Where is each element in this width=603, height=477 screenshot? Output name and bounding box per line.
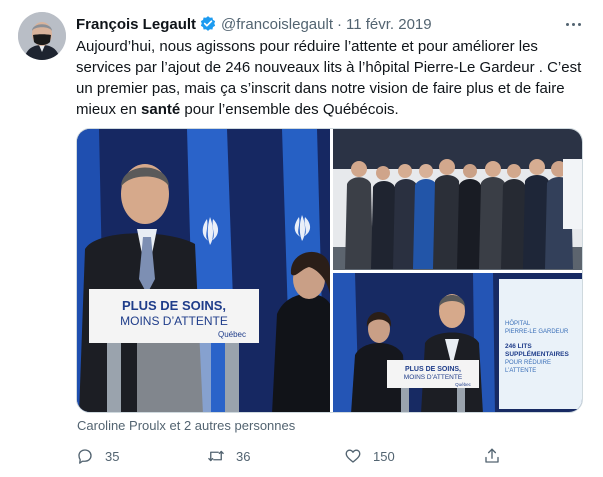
reply-button[interactable]: 35 [76,446,119,466]
screen-text-line3: 246 LITS [505,343,532,350]
photo-podium-screen[interactable]: HÔPITAL PIERRE-LE GARDEUR 246 LITS SUPPL… [333,273,582,412]
tweet-text-bold: santé [141,101,181,118]
verified-badge-icon [199,15,217,33]
avatar[interactable] [18,12,66,60]
screen-text-line6: L’ATTENTE [505,368,536,374]
retweet-count: 36 [236,448,251,464]
podium-text-line1: PLUS DE SOINS, [122,298,226,313]
screen-text-line1: HÔPITAL [505,320,531,327]
like-button[interactable]: 150 [344,446,395,466]
screen-text-line4: SUPPLÉMENTAIRES [505,349,569,358]
screen-text-line5: POUR RÉDUIRE [505,359,551,366]
user-handle[interactable]: @francoislegault [221,16,333,33]
tagged-people[interactable]: Caroline Proulx et 2 autres personnes [77,418,295,433]
reply-count: 35 [105,448,120,464]
more-dot [577,22,581,26]
header-separator: · [336,15,342,33]
media-grid: PLUS DE SOINS, MOINS D’ATTENTE Québec HÔ… [76,128,583,413]
more-dot [571,22,575,26]
photo-group[interactable] [333,129,582,270]
like-heart-icon [344,447,362,465]
share-button[interactable] [483,446,501,466]
podium-small-logo: Québec [455,382,472,387]
tweet-date[interactable]: 11 févr. 2019 [346,16,432,33]
tweet-card[interactable]: François Legault @francoislegault · 11 f… [0,0,603,477]
retweet-icon [207,447,225,465]
more-dot [565,22,569,26]
display-name[interactable]: François Legault [76,16,196,33]
podium-small-text-line2: MOINS D’ATTENTE [404,374,463,381]
podium-text-line2: MOINS D’ATTENTE [120,314,228,328]
action-bar: 35 36 150 [76,446,506,466]
more-options-icon[interactable] [562,14,584,34]
tweet-header: François Legault @francoislegault · 11 f… [76,14,432,34]
screen-text-line2: PIERRE-LE GARDEUR [505,329,569,335]
like-count: 150 [373,448,395,464]
photo-legault-podium[interactable]: PLUS DE SOINS, MOINS D’ATTENTE Québec [77,129,330,412]
podium-logo: Québec [218,330,246,339]
share-icon [483,447,501,465]
reply-icon [76,447,94,465]
podium-small-text-line1: PLUS DE SOINS, [405,366,461,373]
tweet-text: Aujourd’hui, nous agissons pour réduire … [76,36,591,120]
retweet-button[interactable]: 36 [207,446,250,466]
tweet-text-part2: pour l’ensemble des Québécois. [180,101,399,118]
